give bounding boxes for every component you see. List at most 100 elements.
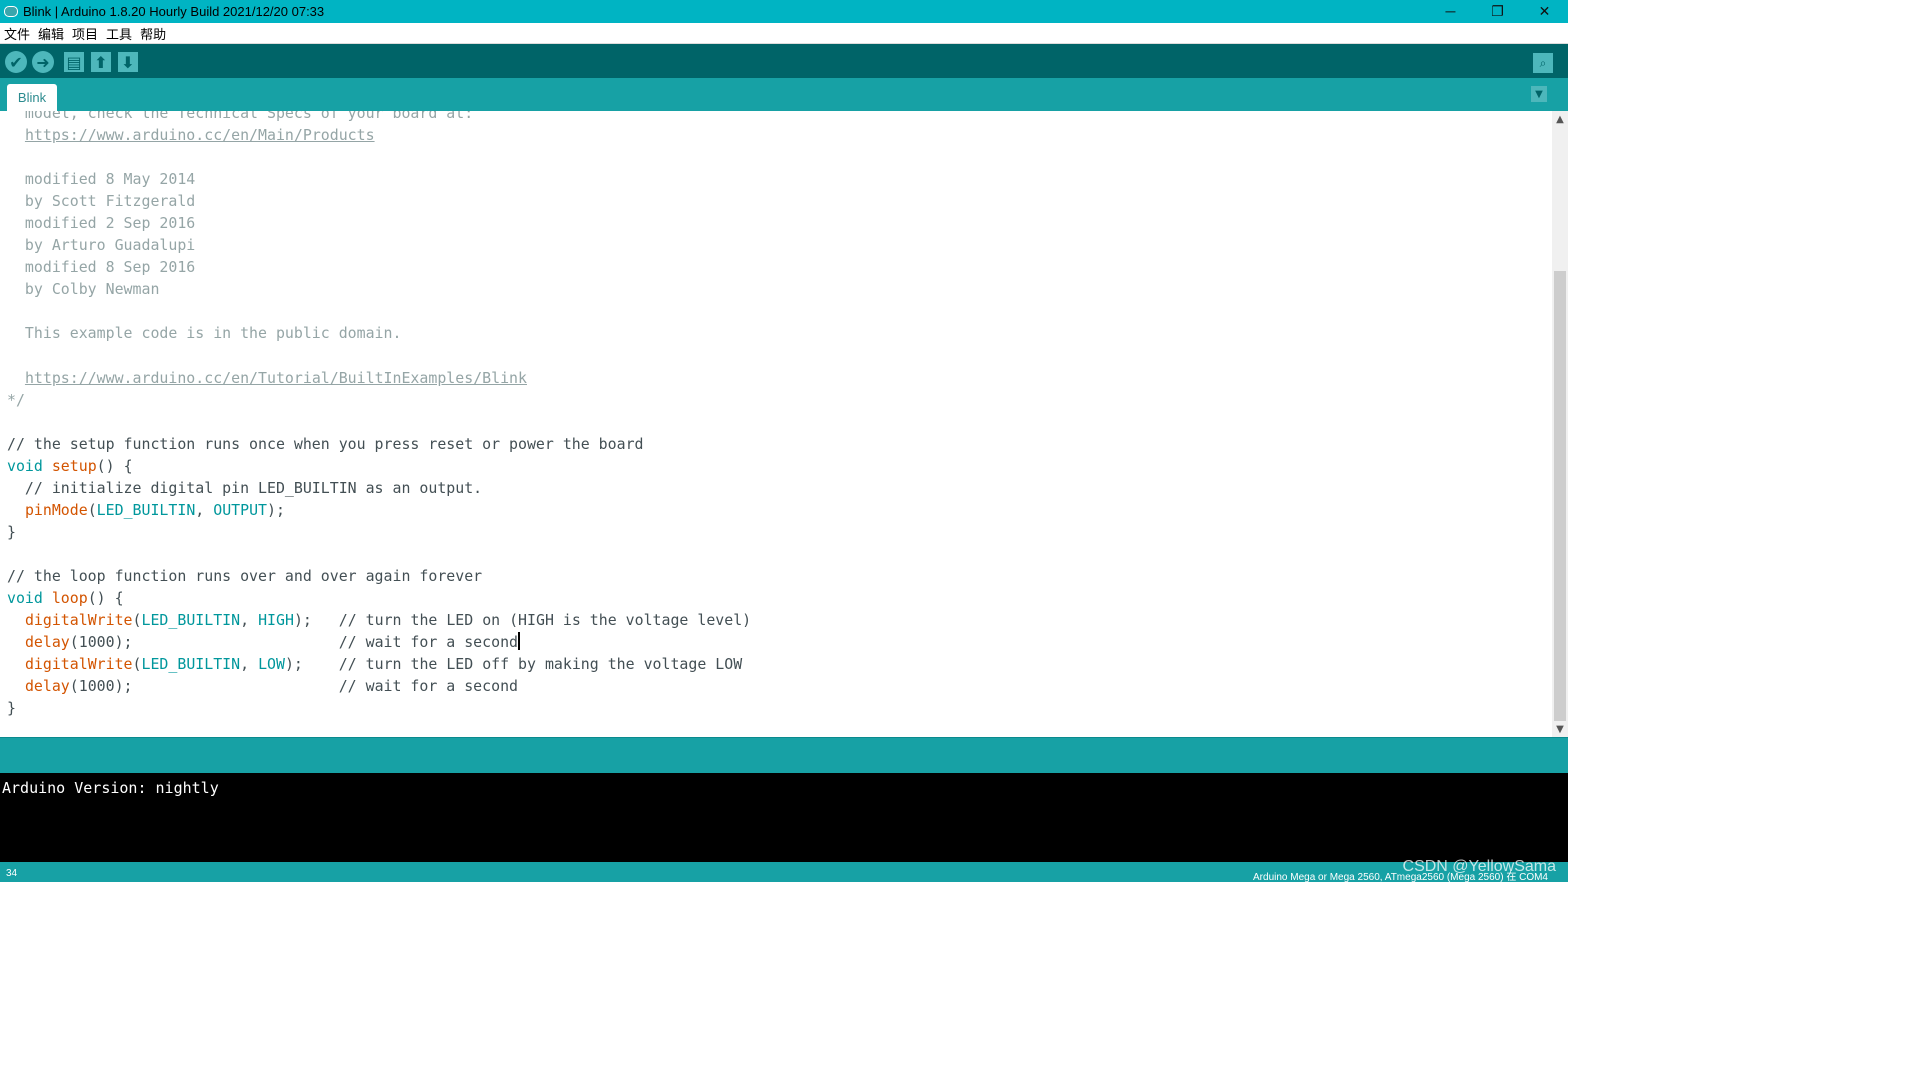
code-link[interactable]: https://www.arduino.cc/en/Main/Products bbox=[25, 126, 375, 144]
menu-file[interactable]: 文件 bbox=[0, 24, 34, 43]
code-line[interactable]: delay(1000); // wait for a second bbox=[7, 675, 751, 697]
code-token: setup bbox=[51, 456, 97, 475]
code-token: modified 8 Sep 2016 bbox=[7, 258, 196, 277]
code-token: ); // turn the LED on (HIGH is the volta… bbox=[293, 611, 752, 630]
code-token: void bbox=[7, 456, 43, 475]
title-bar: Blink | Arduino 1.8.20 Hourly Build 2021… bbox=[0, 0, 1568, 23]
status-bar: 34 Arduino Mega or Mega 2560, ATmega2560… bbox=[0, 858, 1568, 883]
code-token: (1000); // wait for a second bbox=[69, 677, 519, 696]
code-line[interactable]: by Colby Newman bbox=[7, 278, 751, 300]
tab-strip: Blink ▼ bbox=[0, 78, 1568, 111]
code-token: } bbox=[7, 699, 16, 718]
code-token: OUTPUT bbox=[213, 500, 268, 519]
verify-button[interactable]: ✔ bbox=[5, 51, 27, 73]
document-icon: ▤ bbox=[66, 52, 82, 72]
tab-menu-button[interactable]: ▼ bbox=[1531, 86, 1547, 102]
menu-edit[interactable]: 编辑 bbox=[34, 24, 68, 43]
code-line[interactable]: // the loop function runs over and over … bbox=[7, 565, 751, 587]
code-token: model, check the Technical Specs of your… bbox=[7, 111, 474, 122]
code-line[interactable]: https://www.arduino.cc/en/Tutorial/Built… bbox=[7, 367, 751, 389]
code-token: , bbox=[195, 500, 214, 519]
code-line[interactable]: This example code is in the public domai… bbox=[7, 322, 751, 344]
code-token: (1000); // wait for a second bbox=[69, 633, 519, 652]
code-line[interactable]: modified 8 Sep 2016 bbox=[7, 256, 751, 278]
console-line: Arduino Version: nightly bbox=[2, 779, 219, 797]
code-line[interactable]: } bbox=[7, 697, 751, 719]
code-token: This example code is in the public domai… bbox=[7, 324, 402, 343]
code-line[interactable]: // initialize digital pin LED_BUILTIN as… bbox=[7, 477, 751, 499]
code-line[interactable]: void setup() { bbox=[7, 455, 751, 477]
message-area bbox=[0, 737, 1568, 774]
code-link[interactable]: https://www.arduino.cc/en/Tutorial/Built… bbox=[25, 369, 527, 387]
code-line[interactable] bbox=[7, 146, 751, 168]
text-cursor bbox=[518, 632, 520, 651]
code-line[interactable]: modified 8 May 2014 bbox=[7, 168, 751, 190]
code-line[interactable]: digitalWrite(LED_BUILTIN, HIGH); // turn… bbox=[7, 609, 751, 631]
scroll-up-icon[interactable]: ▲ bbox=[1552, 111, 1568, 127]
code-token: , bbox=[240, 655, 259, 674]
code-token: , bbox=[240, 611, 259, 630]
code-line[interactable]: modified 2 Sep 2016 bbox=[7, 212, 751, 234]
save-button[interactable]: ⬇ bbox=[118, 52, 138, 72]
code-line[interactable]: digitalWrite(LED_BUILTIN, LOW); // turn … bbox=[7, 653, 751, 675]
menu-tools[interactable]: 工具 bbox=[102, 24, 136, 43]
new-sketch-button[interactable]: ▤ bbox=[64, 52, 84, 72]
editor-scrollbar[interactable]: ▲ ▼ bbox=[1552, 111, 1568, 737]
code-line[interactable] bbox=[7, 411, 751, 433]
code-line[interactable]: } bbox=[7, 521, 751, 543]
code-line[interactable]: delay(1000); // wait for a second bbox=[7, 631, 751, 653]
menu-bar: 文件 编辑 项目 工具 帮助 bbox=[0, 23, 1568, 44]
check-icon: ✔ bbox=[9, 52, 23, 72]
code-line[interactable]: void loop() { bbox=[7, 587, 751, 609]
code-text[interactable]: model, check the Technical Specs of your… bbox=[7, 111, 751, 719]
code-line[interactable] bbox=[7, 300, 751, 322]
minimize-button[interactable]: ─ bbox=[1427, 0, 1474, 23]
code-token: pinMode bbox=[24, 500, 88, 519]
code-token: LED_BUILTIN bbox=[141, 655, 241, 674]
chevron-down-icon: ▼ bbox=[1535, 88, 1543, 100]
code-line[interactable] bbox=[7, 543, 751, 565]
code-token: ( bbox=[87, 500, 97, 519]
restore-button[interactable]: ❐ bbox=[1474, 0, 1521, 23]
code-token: modified 2 Sep 2016 bbox=[7, 214, 196, 233]
magnifier-icon: ⌕ bbox=[1539, 55, 1547, 70]
code-line[interactable] bbox=[7, 345, 751, 367]
scroll-down-icon[interactable]: ▼ bbox=[1552, 721, 1568, 737]
code-token: delay bbox=[24, 633, 70, 652]
code-line[interactable]: */ bbox=[7, 389, 751, 411]
upload-button[interactable]: ➜ bbox=[32, 51, 54, 73]
close-button[interactable]: ✕ bbox=[1521, 0, 1568, 23]
serial-monitor-button[interactable]: ⌕ bbox=[1533, 53, 1553, 73]
code-line[interactable]: https://www.arduino.cc/en/Main/Products bbox=[7, 124, 751, 146]
code-token: by Scott Fitzgerald bbox=[7, 192, 196, 211]
scroll-thumb[interactable] bbox=[1554, 271, 1566, 721]
code-token: () { bbox=[87, 589, 124, 608]
code-token: void bbox=[7, 589, 43, 608]
code-editor[interactable]: model, check the Technical Specs of your… bbox=[0, 111, 1552, 737]
code-token: ( bbox=[132, 611, 142, 630]
console-output: Arduino Version: nightly bbox=[0, 773, 1568, 862]
window-title: Blink | Arduino 1.8.20 Hourly Build 2021… bbox=[23, 4, 325, 19]
code-line[interactable]: pinMode(LED_BUILTIN, OUTPUT); bbox=[7, 499, 751, 521]
menu-sketch[interactable]: 项目 bbox=[68, 24, 102, 43]
code-token: // the loop function runs over and over … bbox=[7, 566, 483, 585]
menu-help[interactable]: 帮助 bbox=[136, 24, 170, 43]
code-line[interactable]: // the setup function runs once when you… bbox=[7, 433, 751, 455]
code-token: HIGH bbox=[258, 611, 294, 630]
code-token: ); // turn the LED off by making the vol… bbox=[284, 655, 743, 674]
tab-blink[interactable]: Blink bbox=[7, 84, 57, 111]
code-token: LED_BUILTIN bbox=[96, 500, 196, 519]
code-line[interactable]: by Arturo Guadalupi bbox=[7, 234, 751, 256]
code-line[interactable]: model, check the Technical Specs of your… bbox=[7, 111, 751, 124]
code-line[interactable]: by Scott Fitzgerald bbox=[7, 190, 751, 212]
open-button[interactable]: ⬆ bbox=[91, 52, 111, 72]
arrow-up-icon: ⬆ bbox=[94, 52, 108, 72]
code-token: // initialize digital pin LED_BUILTIN as… bbox=[7, 478, 483, 497]
